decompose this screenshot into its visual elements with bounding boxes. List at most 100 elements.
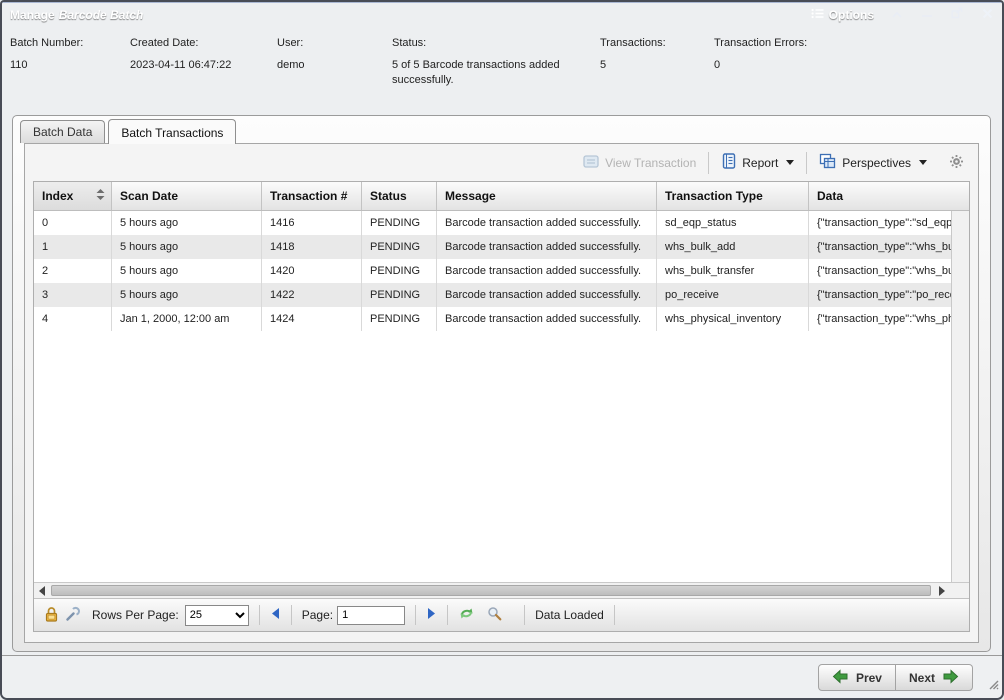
close-button[interactable] <box>980 8 994 22</box>
column-header-transaction-type[interactable]: Transaction Type <box>657 182 809 210</box>
cell-index: 2 <box>34 259 112 283</box>
column-header-transaction-number[interactable]: Transaction # <box>262 182 362 210</box>
next-button-label: Next <box>909 671 935 685</box>
pager-separator <box>614 605 615 625</box>
table-row[interactable]: 0 5 hours ago 1416 PENDING Barcode trans… <box>34 211 951 235</box>
prev-page-button[interactable] <box>270 607 281 623</box>
page-number-input[interactable] <box>337 606 405 625</box>
batch-transactions-content: View Transaction Report Perspectives <box>24 143 979 643</box>
column-header-message[interactable]: Message <box>437 182 657 210</box>
status-field: Status: 5 of 5 Barcode transactions adde… <box>392 37 600 114</box>
cell-transaction-number: 1424 <box>262 307 362 331</box>
grid-pager-bar: Rows Per Page: 25 Page: <box>34 598 969 631</box>
user-value: demo <box>277 58 392 73</box>
transactions-label: Transactions: <box>600 37 714 49</box>
column-header-data[interactable]: Data <box>809 182 969 210</box>
cell-status: PENDING <box>362 235 437 259</box>
pager-separator <box>524 605 525 625</box>
table-row[interactable]: 4 Jan 1, 2000, 12:00 am 1424 PENDING Bar… <box>34 307 951 331</box>
cell-index: 1 <box>34 235 112 259</box>
horizontal-scrollbar-thumb[interactable] <box>51 585 931 596</box>
column-header-transaction-number-label: Transaction # <box>270 189 347 203</box>
scroll-right-arrow-icon[interactable] <box>939 586 945 596</box>
cell-transaction-type: sd_eqp_status <box>657 211 809 235</box>
cell-status: PENDING <box>362 307 437 331</box>
grid-header-row: Index Scan Date Transaction # Status Mes… <box>34 182 969 211</box>
title-bar: ManageBarcode Batch Options <box>2 2 1002 26</box>
cell-message: Barcode transaction added successfully. <box>437 259 657 283</box>
transaction-errors-field: Transaction Errors: 0 <box>714 37 994 114</box>
batch-tab-panel: Batch Data Batch Transactions View Trans… <box>12 115 991 652</box>
next-page-icon <box>426 607 437 623</box>
collapse-button[interactable] <box>890 8 904 22</box>
cell-status: PENDING <box>362 283 437 307</box>
close-icon <box>982 6 993 24</box>
tab-strip: Batch Data Batch Transactions <box>13 116 990 143</box>
grid-settings-button[interactable] <box>945 151 968 175</box>
grid-body: 0 5 hours ago 1416 PENDING Barcode trans… <box>34 211 969 582</box>
green-right-arrow-icon <box>942 669 959 687</box>
view-transaction-label: View Transaction <box>605 156 696 170</box>
next-page-button[interactable] <box>426 607 437 623</box>
column-header-transaction-type-label: Transaction Type <box>665 189 763 203</box>
minimize-button[interactable] <box>920 8 934 22</box>
cell-status: PENDING <box>362 211 437 235</box>
report-button[interactable]: Report <box>717 150 798 175</box>
grid-toolbar: View Transaction Report Perspectives <box>25 144 978 181</box>
cell-data: {"transaction_type":"whs_bulk_add" <box>809 235 951 259</box>
prev-button[interactable]: Prev <box>818 664 896 691</box>
transactions-value: 5 <box>600 58 714 73</box>
column-header-status[interactable]: Status <box>362 182 437 210</box>
cell-data: {"transaction_type":"po_receive"," <box>809 283 951 307</box>
window-title: ManageBarcode Batch <box>10 8 143 22</box>
table-row[interactable]: 2 5 hours ago 1420 PENDING Barcode trans… <box>34 259 951 283</box>
tab-batch-data[interactable]: Batch Data <box>20 120 105 143</box>
lock-button[interactable] <box>44 606 59 625</box>
cell-scan-date: Jan 1, 2000, 12:00 am <box>112 307 262 331</box>
tools-button[interactable] <box>65 606 80 624</box>
minimize-icon <box>921 6 933 24</box>
scroll-left-arrow-icon[interactable] <box>39 586 45 596</box>
report-label: Report <box>742 156 778 170</box>
cell-index: 0 <box>34 211 112 235</box>
search-button[interactable] <box>487 606 502 624</box>
table-row[interactable]: 1 5 hours ago 1418 PENDING Barcode trans… <box>34 235 951 259</box>
next-button[interactable]: Next <box>896 664 973 691</box>
batch-info-bar: Batch Number: 110 Created Date: 2023-04-… <box>2 26 1002 114</box>
cell-transaction-number: 1420 <box>262 259 362 283</box>
user-field: User: demo <box>277 37 392 114</box>
refresh-button[interactable] <box>458 606 475 624</box>
gear-icon <box>949 154 964 172</box>
popout-button[interactable] <box>950 8 964 22</box>
vertical-scrollbar[interactable] <box>951 211 969 582</box>
perspectives-button[interactable]: Perspectives <box>815 150 931 175</box>
table-row[interactable]: 3 5 hours ago 1422 PENDING Barcode trans… <box>34 283 951 307</box>
cell-scan-date: 5 hours ago <box>112 211 262 235</box>
created-date-value: 2023-04-11 06:47:22 <box>130 58 277 73</box>
cell-transaction-type: whs_bulk_transfer <box>657 259 809 283</box>
options-button[interactable]: Options <box>811 8 874 22</box>
column-header-index[interactable]: Index <box>34 182 112 210</box>
cell-scan-date: 5 hours ago <box>112 283 262 307</box>
tab-batch-data-label: Batch Data <box>33 125 92 139</box>
toolbar-separator <box>806 152 807 174</box>
column-header-scan-date[interactable]: Scan Date <box>112 182 262 210</box>
batch-number-field: Batch Number: 110 <box>10 37 130 114</box>
created-date-label: Created Date: <box>130 37 277 49</box>
pager-separator <box>291 605 292 625</box>
perspectives-icon <box>819 153 836 172</box>
rows-per-page-select[interactable]: 25 <box>185 605 249 626</box>
cell-scan-date: 5 hours ago <box>112 235 262 259</box>
view-transaction-icon <box>583 155 599 171</box>
prev-page-icon <box>270 607 281 623</box>
horizontal-scrollbar[interactable] <box>34 582 969 598</box>
view-transaction-button[interactable]: View Transaction <box>579 152 700 174</box>
tab-batch-transactions[interactable]: Batch Transactions <box>108 119 236 144</box>
batch-number-label: Batch Number: <box>10 37 130 49</box>
resize-grip[interactable] <box>986 677 999 695</box>
cell-message: Barcode transaction added successfully. <box>437 283 657 307</box>
chevron-down-icon <box>919 160 927 165</box>
tab-batch-transactions-label: Batch Transactions <box>121 126 223 140</box>
cell-transaction-type: whs_bulk_add <box>657 235 809 259</box>
popout-icon <box>951 6 963 24</box>
